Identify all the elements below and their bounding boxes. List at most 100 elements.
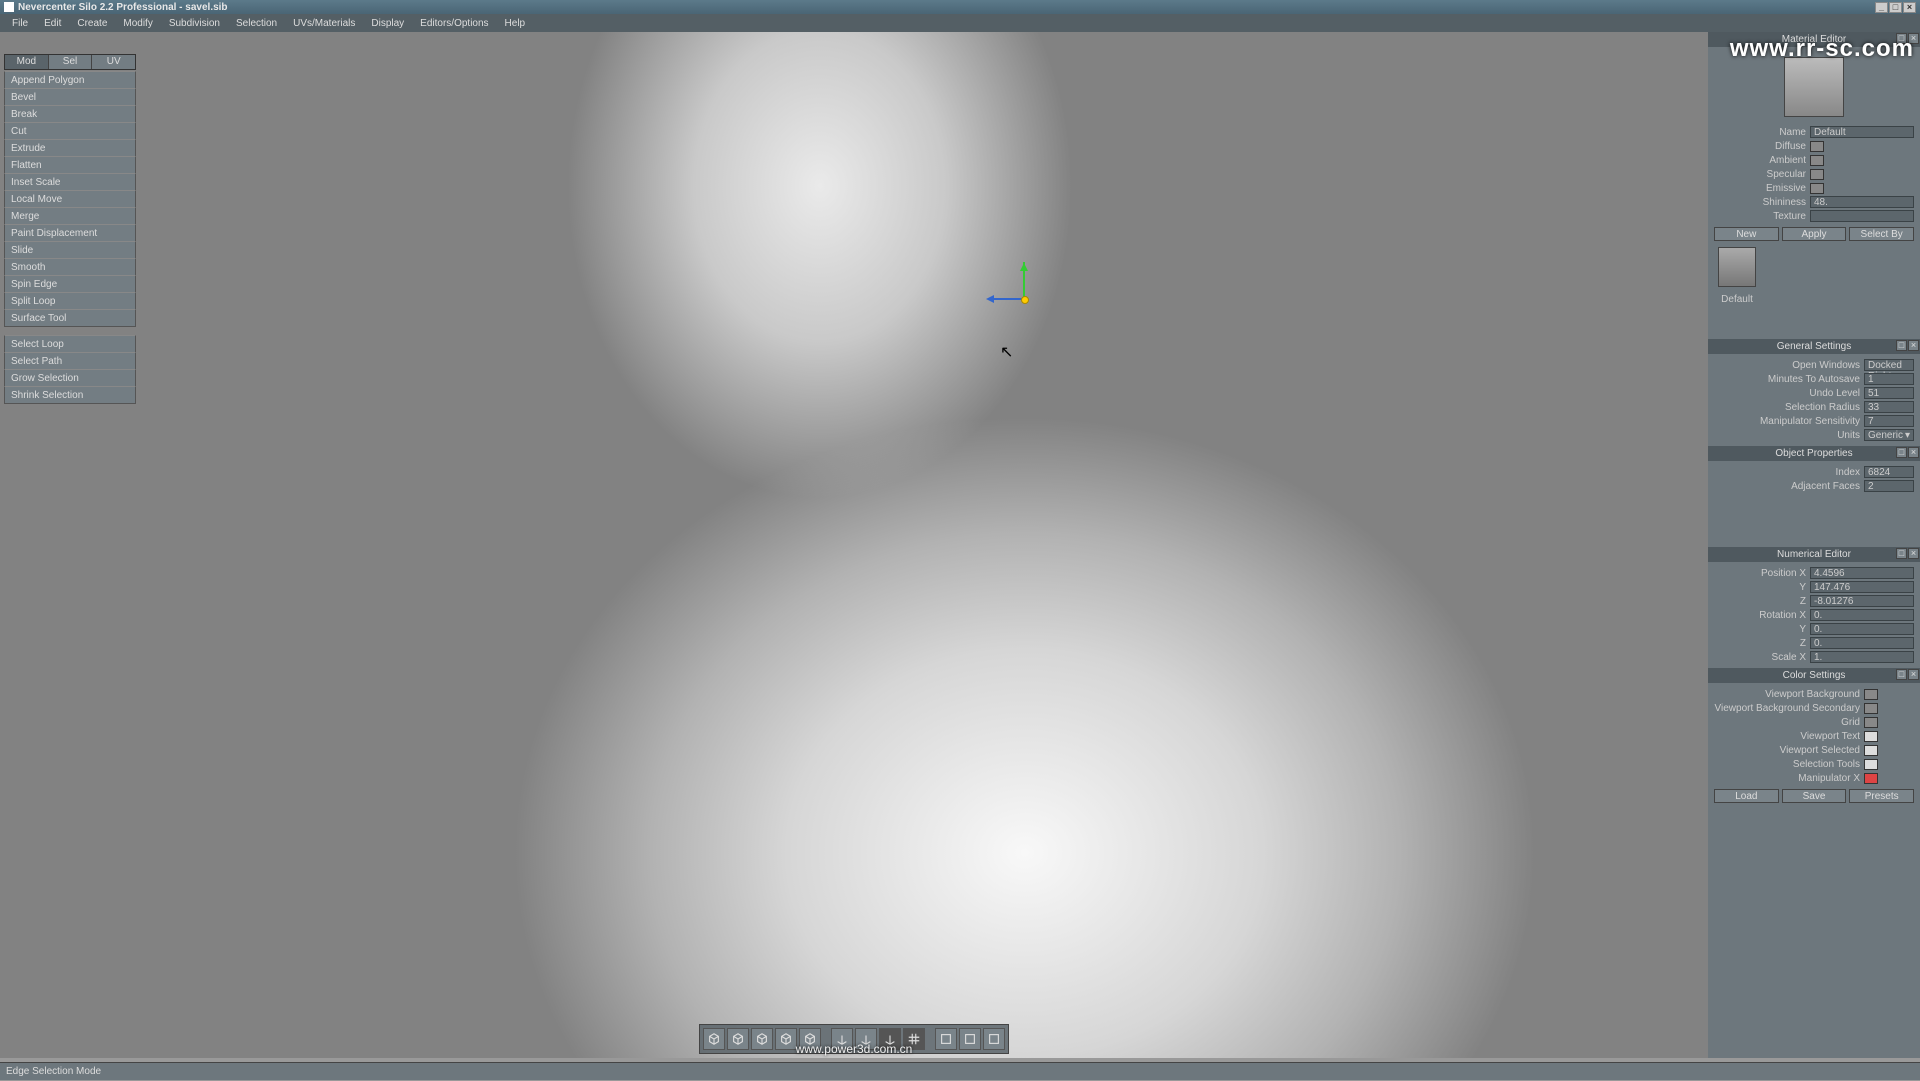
index-input[interactable]: 6824 xyxy=(1864,466,1914,478)
minutes-to-autosave-input[interactable]: 1 xyxy=(1864,373,1914,385)
app-icon xyxy=(4,2,14,12)
new-button[interactable]: New xyxy=(1714,227,1779,241)
tool-slide[interactable]: Slide xyxy=(4,241,136,259)
tool-flatten[interactable]: Flatten xyxy=(4,156,136,174)
undock-icon[interactable]: □ xyxy=(1896,548,1907,559)
apply-button[interactable]: Apply xyxy=(1782,227,1847,241)
menu-display[interactable]: Display xyxy=(363,18,412,29)
rotation-x-input[interactable]: 0. xyxy=(1810,609,1914,621)
close-panel-icon[interactable]: × xyxy=(1908,447,1919,458)
minimize-button[interactable]: _ xyxy=(1875,2,1888,13)
tool-merge[interactable]: Merge xyxy=(4,207,136,225)
numerical-editor-body: Position X4.4596Y147.476Z-8.01276Rotatio… xyxy=(1708,562,1920,668)
ambient-swatch[interactable] xyxy=(1810,155,1824,166)
menu-selection[interactable]: Selection xyxy=(228,18,285,29)
close-button[interactable]: × xyxy=(1903,2,1916,13)
tool-surface-tool[interactable]: Surface Tool xyxy=(4,309,136,327)
manipulator-x-swatch[interactable] xyxy=(1864,773,1878,784)
tab-mod[interactable]: Mod xyxy=(5,55,49,69)
material-thumb[interactable] xyxy=(1718,247,1756,287)
select-by-button[interactable]: Select By xyxy=(1849,227,1914,241)
mode-tabs: ModSelUV xyxy=(4,54,136,70)
tool-smooth[interactable]: Smooth xyxy=(4,258,136,276)
panel-2-icon[interactable] xyxy=(959,1028,981,1050)
units-input[interactable]: Generic ▾ xyxy=(1864,429,1914,441)
viewport-3d[interactable]: ↖ www.power3d.com.cn xyxy=(0,32,1708,1058)
menu-subdivision[interactable]: Subdivision xyxy=(161,18,228,29)
tool-append-polygon[interactable]: Append Polygon xyxy=(4,71,136,89)
selection-radius-label: Selection Radius xyxy=(1714,402,1864,413)
menu-uvs-materials[interactable]: UVs/Materials xyxy=(285,18,363,29)
tool-shrink-selection[interactable]: Shrink Selection xyxy=(4,386,136,404)
panel-3-icon[interactable] xyxy=(983,1028,1005,1050)
position-x-input[interactable]: 4.4596 xyxy=(1810,567,1914,579)
tool-select-path[interactable]: Select Path xyxy=(4,352,136,370)
tool-local-move[interactable]: Local Move xyxy=(4,190,136,208)
general-settings-title: General Settings xyxy=(1777,341,1852,352)
menu-help[interactable]: Help xyxy=(497,18,534,29)
y-input[interactable]: 147.476 xyxy=(1810,581,1914,593)
save-button[interactable]: Save xyxy=(1782,789,1847,803)
undock-icon[interactable]: □ xyxy=(1896,340,1907,351)
viewport-background-swatch[interactable] xyxy=(1864,689,1878,700)
close-panel-icon[interactable]: × xyxy=(1908,340,1919,351)
scale-x-input[interactable]: 1. xyxy=(1810,651,1914,663)
tab-uv[interactable]: UV xyxy=(92,55,135,69)
specular-swatch[interactable] xyxy=(1810,169,1824,180)
tool-grow-selection[interactable]: Grow Selection xyxy=(4,369,136,387)
undock-icon[interactable]: □ xyxy=(1896,669,1907,680)
presets-button[interactable]: Presets xyxy=(1849,789,1914,803)
viewport-background-secondary-swatch[interactable] xyxy=(1864,703,1878,714)
color-settings-body: Viewport BackgroundViewport Background S… xyxy=(1708,683,1920,807)
cube-uv-icon[interactable] xyxy=(751,1028,773,1050)
y-input[interactable]: 0. xyxy=(1810,623,1914,635)
tool-split-loop[interactable]: Split Loop xyxy=(4,292,136,310)
viewport-selected-label: Viewport Selected xyxy=(1714,745,1864,756)
cube-shaded-icon[interactable] xyxy=(703,1028,725,1050)
panel-1-icon[interactable] xyxy=(935,1028,957,1050)
adjacent-faces-input[interactable]: 2 xyxy=(1864,480,1914,492)
tool-spin-edge[interactable]: Spin Edge xyxy=(4,275,136,293)
maximize-button[interactable]: □ xyxy=(1889,2,1902,13)
manipulator-sensitivity-input[interactable]: 7 xyxy=(1864,415,1914,427)
menu-editors-options[interactable]: Editors/Options xyxy=(412,18,496,29)
viewport-text-swatch[interactable] xyxy=(1864,731,1878,742)
tool-paint-displacement[interactable]: Paint Displacement xyxy=(4,224,136,242)
tool-break[interactable]: Break xyxy=(4,105,136,123)
tab-sel[interactable]: Sel xyxy=(49,55,93,69)
close-panel-icon[interactable]: × xyxy=(1908,548,1919,559)
object-properties-header[interactable]: Object Properties □× xyxy=(1708,446,1920,461)
grid-swatch[interactable] xyxy=(1864,717,1878,728)
tool-inset-scale[interactable]: Inset Scale xyxy=(4,173,136,191)
general-settings-header[interactable]: General Settings □× xyxy=(1708,339,1920,354)
open-windows-input[interactable]: Docked Right ▾ xyxy=(1864,359,1914,371)
emissive-swatch[interactable] xyxy=(1810,183,1824,194)
tool-select-loop[interactable]: Select Loop xyxy=(4,335,136,353)
y-label: Y xyxy=(1714,582,1810,593)
numerical-editor-header[interactable]: Numerical Editor □× xyxy=(1708,547,1920,562)
selection-radius-input[interactable]: 33 xyxy=(1864,401,1914,413)
menu-file[interactable]: File xyxy=(4,18,36,29)
texture-input[interactable] xyxy=(1810,210,1914,222)
load-button[interactable]: Load xyxy=(1714,789,1779,803)
selection-tools-swatch[interactable] xyxy=(1864,759,1878,770)
menu-create[interactable]: Create xyxy=(69,18,115,29)
cube-smooth-icon[interactable] xyxy=(775,1028,797,1050)
menu-edit[interactable]: Edit xyxy=(36,18,69,29)
tool-extrude[interactable]: Extrude xyxy=(4,139,136,157)
undo-level-input[interactable]: 51 xyxy=(1864,387,1914,399)
cube-wire-icon[interactable] xyxy=(727,1028,749,1050)
z-input[interactable]: 0. xyxy=(1810,637,1914,649)
menu-modify[interactable]: Modify xyxy=(115,18,160,29)
tool-cut[interactable]: Cut xyxy=(4,122,136,140)
color-settings-header[interactable]: Color Settings □× xyxy=(1708,668,1920,683)
viewport-selected-swatch[interactable] xyxy=(1864,745,1878,756)
diffuse-label: Diffuse xyxy=(1714,141,1810,152)
diffuse-swatch[interactable] xyxy=(1810,141,1824,152)
material-name-input[interactable]: Default xyxy=(1810,126,1914,138)
z-input[interactable]: -8.01276 xyxy=(1810,595,1914,607)
shininess-input[interactable]: 48. xyxy=(1810,196,1914,208)
tool-bevel[interactable]: Bevel xyxy=(4,88,136,106)
undock-icon[interactable]: □ xyxy=(1896,447,1907,458)
close-panel-icon[interactable]: × xyxy=(1908,669,1919,680)
